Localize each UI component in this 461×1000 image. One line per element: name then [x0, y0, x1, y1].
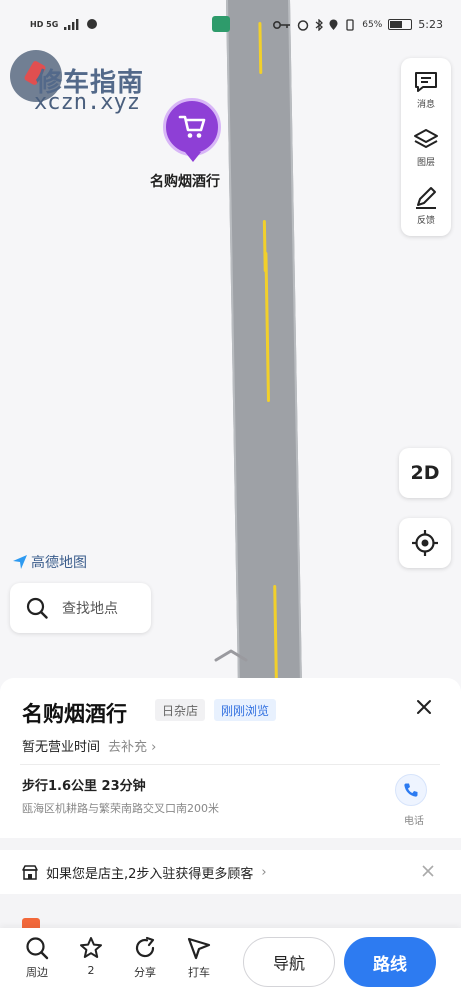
clock: 5:23: [418, 18, 443, 31]
toolbar-message-label: 消息: [416, 100, 435, 110]
vibrate-icon: [346, 18, 354, 31]
watermark-subtitle: xczn.xyz: [34, 90, 140, 115]
layers-icon: [414, 129, 438, 148]
toolbar-layers-label: 图层: [416, 158, 435, 168]
recently-viewed-badge: 刚刚浏览: [214, 699, 277, 721]
phone-label: 电话: [404, 816, 424, 827]
view-2d-button[interactable]: 2D: [399, 448, 451, 498]
search-place-button[interactable]: 查找地点: [10, 583, 151, 633]
share-button[interactable]: 分享: [122, 936, 168, 980]
share-label: 分享: [134, 966, 156, 979]
star-icon: [80, 937, 102, 958]
nearby-button[interactable]: 周边: [14, 936, 60, 980]
add-hours-link[interactable]: 去补充 ›: [108, 736, 156, 755]
search-placeholder: 查找地点: [62, 601, 118, 617]
nearby-label: 周边: [26, 966, 48, 979]
poi-marker[interactable]: [163, 98, 223, 164]
business-hours: 暂无营业时间 去补充 ›: [22, 736, 156, 755]
map-toolbar: 消息 图层 反馈: [401, 58, 451, 236]
amap-logo-icon: [13, 555, 27, 569]
share-icon: [135, 936, 155, 958]
map-brand: 高德地图: [12, 552, 87, 572]
route-button[interactable]: 路线: [344, 937, 436, 987]
owner-claim-text: 如果您是店主,2步入驻获得更多顾客: [46, 866, 254, 882]
poi-address: 瓯海区机耕路与繁荣南路交叉口南200米: [22, 802, 219, 815]
favorite-count: 2: [87, 964, 95, 977]
battery-icon: [388, 19, 413, 30]
poi-title: 名购烟酒行: [22, 702, 127, 726]
status-bar: HD 5G 65% 5:23: [0, 0, 461, 52]
poi-marker-label: 名购烟酒行: [150, 174, 220, 190]
alarm-icon: [298, 19, 309, 31]
add-hours-link-label: 去补充: [108, 740, 148, 755]
lane-marking: [264, 252, 271, 402]
dismiss-banner-icon[interactable]: [421, 864, 435, 878]
key-icon: [273, 20, 291, 29]
owner-claim-banner[interactable]: 如果您是店主,2步入驻获得更多顾客 ›: [0, 850, 461, 894]
feedback-icon: [416, 187, 436, 209]
road: [226, 0, 303, 690]
locate-icon: [412, 530, 438, 556]
app-notification-icon: [212, 16, 230, 32]
map-brand-label: 高德地图: [31, 555, 87, 571]
network-indicator: HD 5G: [30, 19, 59, 29]
taxi-icon: [187, 937, 211, 960]
toolbar-feedback[interactable]: 反馈: [401, 178, 451, 234]
toolbar-layers[interactable]: 图层: [401, 120, 451, 176]
search-icon: [26, 597, 48, 619]
taxi-button[interactable]: 打车: [176, 936, 222, 980]
search-icon: [26, 937, 49, 960]
lane-marking: [273, 585, 278, 680]
message-icon: [415, 72, 437, 92]
globe-icon: [87, 19, 98, 29]
shopping-cart-icon: [178, 115, 206, 138]
location-icon: [329, 19, 338, 30]
section-gap: [0, 894, 461, 928]
signal-icon: [64, 18, 79, 30]
phone-button[interactable]: [395, 774, 427, 806]
chevron-right-icon: ›: [261, 864, 267, 880]
locate-button[interactable]: [399, 518, 451, 568]
navigate-button[interactable]: 导航: [243, 937, 335, 987]
phone-icon: [404, 783, 418, 797]
sheet-drag-handle[interactable]: [214, 648, 248, 662]
bluetooth-icon: [315, 18, 324, 31]
section-gap: [0, 838, 461, 850]
battery-percent: 65%: [362, 19, 383, 30]
poi-category-badge: 日杂店: [155, 699, 206, 721]
toolbar-feedback-label: 反馈: [416, 216, 435, 226]
favorite-button[interactable]: 2: [68, 936, 114, 977]
close-icon[interactable]: [415, 698, 433, 716]
business-hours-text: 暂无营业时间: [22, 740, 101, 755]
map-canvas[interactable]: 修车指南 xczn.xyz 名购烟酒行 消息 图层 反馈 2D 高德地图 查找地…: [0, 0, 461, 690]
bottom-action-bar: 周边 2 分享 打车 导航 路线: [0, 928, 461, 1000]
walking-distance: 步行1.6公里 23分钟: [22, 779, 146, 794]
store-icon: [22, 864, 38, 880]
taxi-label: 打车: [188, 966, 210, 979]
toolbar-message[interactable]: 消息: [401, 62, 451, 118]
divider: [20, 764, 440, 765]
